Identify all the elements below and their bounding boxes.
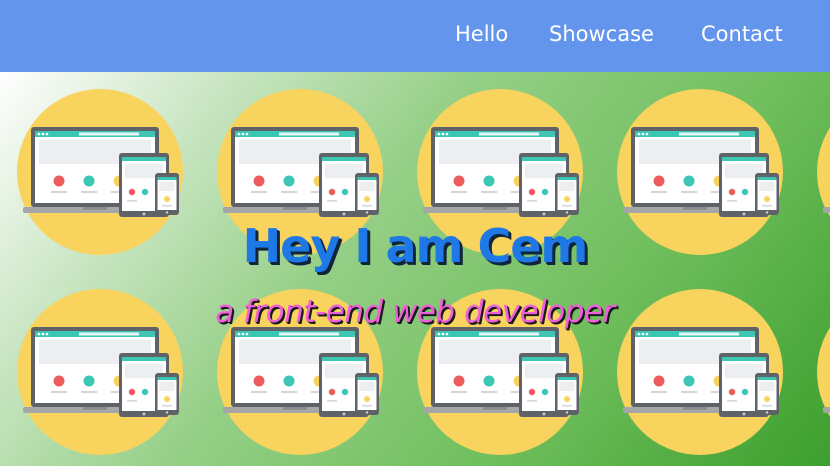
hero-subtitle: a front-end web developer bbox=[215, 294, 615, 330]
nav-link-showcase[interactable]: Showcase bbox=[549, 20, 654, 48]
nav-link-hello[interactable]: Hello bbox=[455, 20, 508, 48]
hero-title: Hey I am Cem bbox=[242, 219, 589, 273]
nav-link-contact[interactable]: Contact bbox=[701, 20, 783, 48]
hero-section: Hey I am Cem a front-end web developer bbox=[0, 72, 830, 466]
top-navbar: Hello Showcase Contact bbox=[0, 0, 830, 72]
